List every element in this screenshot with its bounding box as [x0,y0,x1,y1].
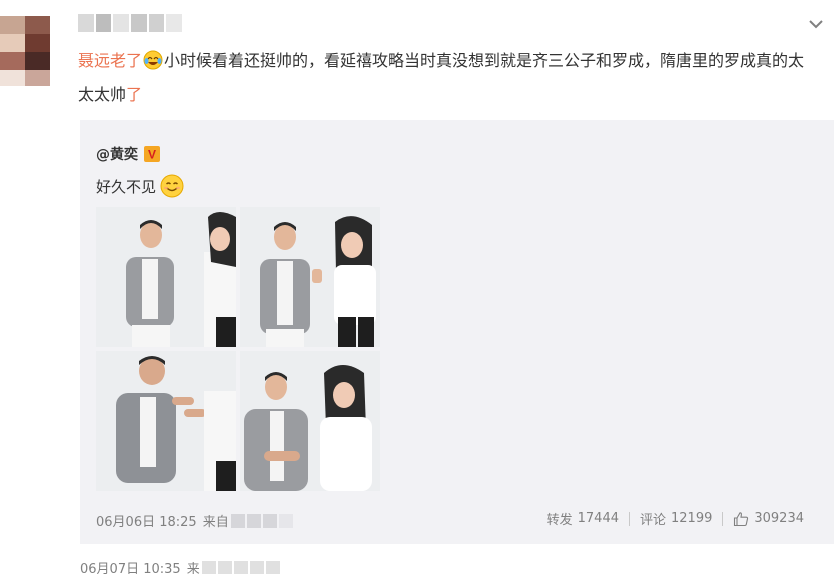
post-source-label: 来 [186,562,200,574]
like-button[interactable]: 309234 [733,511,804,527]
photo-grid [96,207,380,491]
forward-count: 17444 [577,511,619,526]
forward-button[interactable]: 转发 17444 [547,509,619,528]
photo-thumbnail[interactable] [96,207,236,347]
source-blurred[interactable] [201,560,280,574]
like-count: 309234 [754,511,804,526]
comment-button[interactable]: 评论 12199 [640,509,712,528]
repost-time[interactable]: 06月06日 18:25 [96,511,197,530]
verified-v-letter: V [148,148,156,162]
photo-thumbnail[interactable] [96,351,236,491]
forward-label: 转发 [546,513,573,528]
repost-author[interactable]: @黄奕 [96,144,138,164]
repost-card: @黄奕 V 好久不见 06月06日 18:25 来自 转发 17444 评论 1… [80,120,834,544]
post-text-end: 了 [126,85,143,104]
smile-emoji-icon [160,174,184,198]
photo-thumbnail[interactable] [240,207,380,347]
repost-meta: 06月06日 18:25 来自 [96,511,293,530]
laugh-cry-emoji-icon [143,48,163,70]
verified-v-icon: V [144,146,160,162]
post-body: 小时候看着还挺帅的，看延禧攻略当时真没想到就是齐三公子和罗成，隋唐里的罗成真的太… [78,51,805,104]
repost-text: 好久不见 [96,177,157,196]
comment-count: 12199 [671,511,713,526]
divider [628,511,630,526]
post-time[interactable]: 06月07日 10:35 [80,558,181,574]
chevron-down-icon[interactable] [806,14,826,34]
repost-author-row: @黄奕 V [96,144,160,164]
repost-text-row: 好久不见 [96,174,185,198]
repost-actions: 转发 17444 评论 12199 309234 [547,509,804,528]
source-blurred[interactable] [230,513,293,528]
post-text: 聂远老了 小时候看着还挺帅的，看延禧攻略当时真没想到就是齐三公子和罗成，隋唐里的罗… [78,44,808,112]
comment-label: 评论 [639,513,666,528]
thumbs-up-icon [733,511,749,527]
mention-link[interactable]: 聂远老了 [78,51,142,70]
divider [722,511,724,526]
username-blurred[interactable] [78,14,183,32]
repost-source-label: 来自 [202,515,229,530]
avatar[interactable] [0,16,50,86]
post-meta: 06月07日 10:35 来 [80,558,280,574]
photo-thumbnail[interactable] [240,351,380,491]
